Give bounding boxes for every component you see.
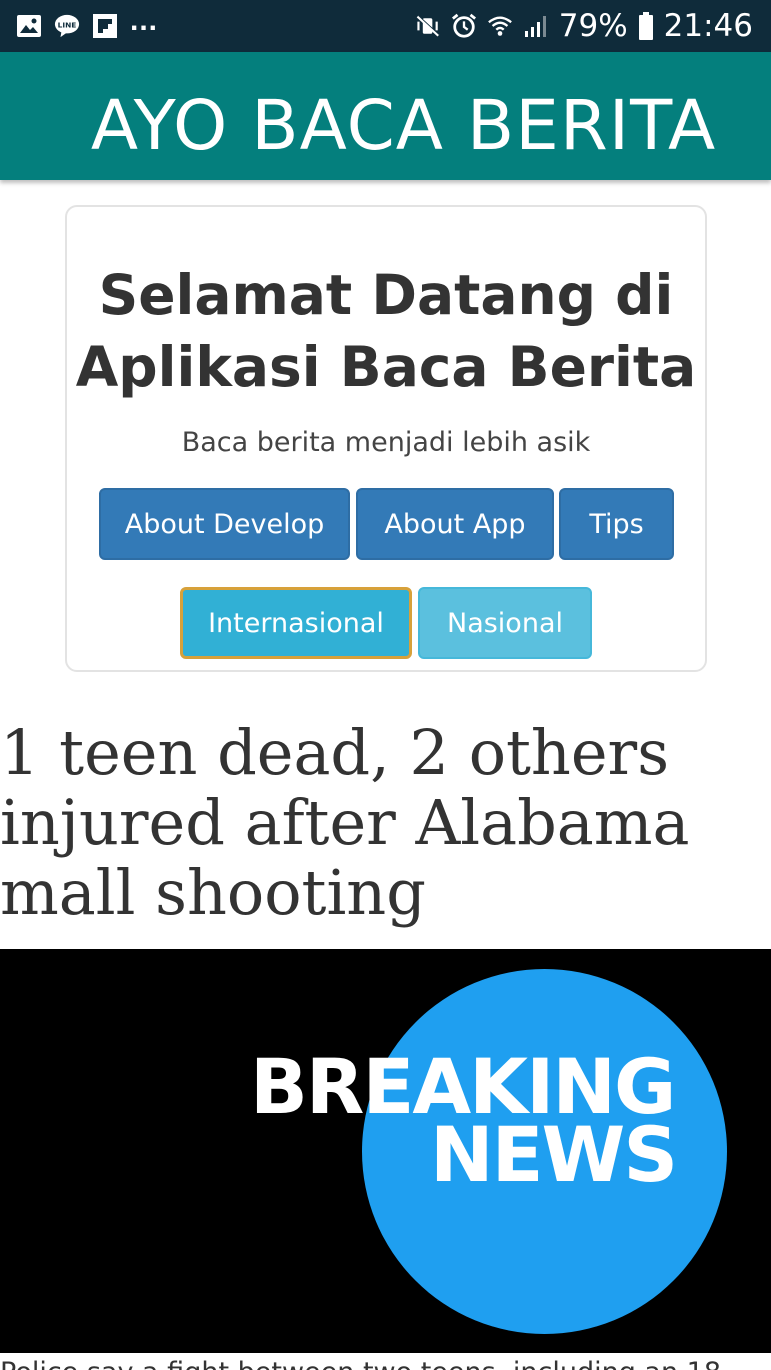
welcome-title: Selamat Datang di Aplikasi Baca Berita: [67, 259, 705, 403]
signal-icon: [523, 13, 549, 39]
internasional-button[interactable]: Internasional: [180, 587, 412, 659]
alarm-icon: [451, 13, 477, 39]
svg-text:LINE: LINE: [58, 20, 77, 29]
article-summary: Police say a fight between two teens, in…: [0, 1354, 771, 1370]
image-text-news: NEWS: [430, 1110, 678, 1199]
line-app-icon: LINE: [54, 13, 80, 39]
welcome-card: Selamat Datang di Aplikasi Baca Berita B…: [65, 205, 707, 672]
battery-icon: [638, 12, 654, 40]
article-image[interactable]: BREAKING NEWS: [0, 949, 771, 1353]
app-title: AYO BACA BERITA: [90, 86, 717, 166]
about-develop-button[interactable]: About Develop: [99, 488, 350, 560]
tips-button[interactable]: Tips: [559, 488, 674, 560]
welcome-title-line1: Selamat Datang di: [98, 263, 674, 327]
nasional-button[interactable]: Nasional: [418, 587, 592, 659]
welcome-subtitle: Baca berita menjadi lebih asik: [181, 427, 591, 458]
gallery-icon: [16, 13, 42, 39]
about-app-button[interactable]: About App: [356, 488, 554, 560]
article-summary-text: Police say a fight between two teens, in…: [0, 1356, 771, 1370]
welcome-title-line2: Aplikasi Baca Berita: [75, 335, 697, 399]
notification-overflow: ...: [130, 4, 159, 37]
status-left: LINE ...: [16, 6, 158, 39]
status-bar: LINE ... 79% 21:46: [0, 0, 771, 52]
status-right: 79% 21:46: [415, 8, 753, 44]
clock: 21:46: [663, 8, 753, 44]
article-headline[interactable]: 1 teen dead, 2 others injured after Alab…: [0, 718, 771, 928]
app-bar: AYO BACA BERITA: [0, 52, 771, 180]
flipboard-icon: [92, 13, 118, 39]
wifi-icon: [487, 13, 513, 39]
battery-percentage: 79%: [558, 8, 628, 44]
mute-vibrate-icon: [415, 13, 441, 39]
